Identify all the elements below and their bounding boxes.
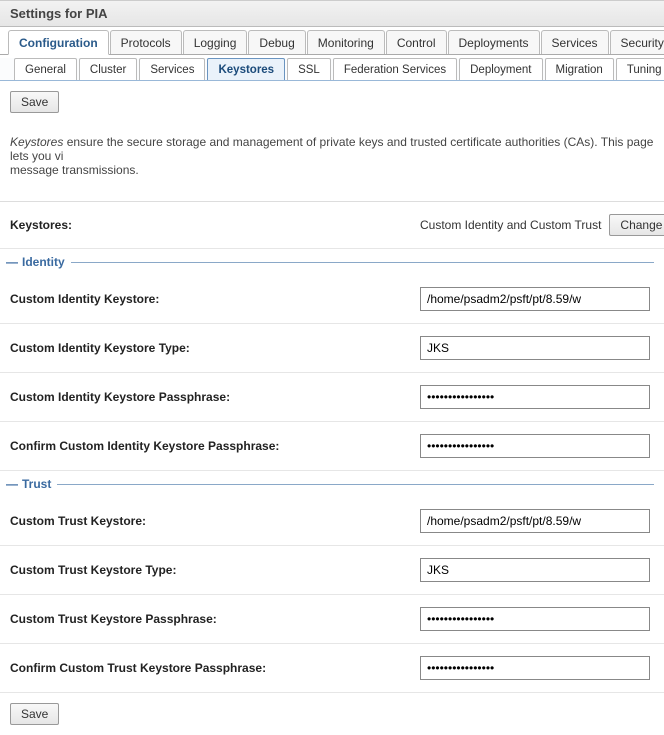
input-trust-keystore[interactable]	[420, 509, 650, 533]
change-button[interactable]: Change	[609, 214, 664, 236]
section-trust-label: Trust	[22, 477, 51, 491]
label-identity-pass: Custom Identity Keystore Passphrase:	[10, 390, 420, 404]
tab-monitoring[interactable]: Monitoring	[307, 30, 385, 54]
divider	[57, 484, 654, 485]
row-identity-pass: Custom Identity Keystore Passphrase:	[0, 373, 664, 422]
input-identity-keystore[interactable]	[420, 287, 650, 311]
section-identity-label: Identity	[22, 255, 65, 269]
tab-configuration[interactable]: Configuration	[8, 30, 109, 55]
tab-debug[interactable]: Debug	[248, 30, 305, 54]
row-identity-keystore-type: Custom Identity Keystore Type:	[0, 324, 664, 373]
label-trust-pass: Custom Trust Keystore Passphrase:	[10, 612, 420, 626]
description-keyword: Keystores	[10, 135, 63, 149]
input-trust-pass-confirm[interactable]	[420, 656, 650, 680]
label-identity-keystore: Custom Identity Keystore:	[10, 292, 420, 306]
subtab-tuning[interactable]: Tuning	[616, 58, 664, 80]
input-identity-pass[interactable]	[420, 385, 650, 409]
divider	[71, 262, 654, 263]
save-button-bottom[interactable]: Save	[10, 703, 59, 725]
section-identity: — Identity	[0, 249, 664, 275]
row-identity-pass-confirm: Confirm Custom Identity Keystore Passphr…	[0, 422, 664, 471]
row-trust-keystore-type: Custom Trust Keystore Type:	[0, 546, 664, 595]
label-trust-keystore: Custom Trust Keystore:	[10, 514, 420, 528]
row-trust-keystore: Custom Trust Keystore:	[0, 497, 664, 546]
tab-protocols[interactable]: Protocols	[110, 30, 182, 54]
description-text-2: message transmissions.	[10, 163, 139, 177]
label-identity-keystore-type: Custom Identity Keystore Type:	[10, 341, 420, 355]
tab-deployments[interactable]: Deployments	[448, 30, 540, 54]
subtab-services[interactable]: Services	[139, 58, 205, 80]
subtab-ssl[interactable]: SSL	[287, 58, 331, 80]
collapse-icon[interactable]: —	[6, 255, 18, 269]
label-trust-pass-confirm: Confirm Custom Trust Keystore Passphrase…	[10, 661, 420, 675]
subtab-deployment[interactable]: Deployment	[459, 58, 542, 80]
section-trust: — Trust	[0, 471, 664, 497]
row-trust-pass: Custom Trust Keystore Passphrase:	[0, 595, 664, 644]
input-trust-pass[interactable]	[420, 607, 650, 631]
description: Keystores ensure the secure storage and …	[0, 123, 664, 202]
description-text: ensure the secure storage and management…	[10, 135, 653, 163]
input-identity-keystore-type[interactable]	[420, 336, 650, 360]
page-title: Settings for PIA	[0, 0, 664, 27]
input-trust-keystore-type[interactable]	[420, 558, 650, 582]
save-button[interactable]: Save	[10, 91, 59, 113]
subtab-general[interactable]: General	[14, 58, 77, 80]
subtab-federation-services[interactable]: Federation Services	[333, 58, 457, 80]
row-keystores: Keystores: Custom Identity and Custom Tr…	[0, 202, 664, 249]
label-keystores: Keystores:	[10, 218, 420, 232]
sub-tabs: General Cluster Services Keystores SSL F…	[0, 58, 664, 81]
tab-control[interactable]: Control	[386, 30, 447, 54]
row-trust-pass-confirm: Confirm Custom Trust Keystore Passphrase…	[0, 644, 664, 693]
label-identity-pass-confirm: Confirm Custom Identity Keystore Passphr…	[10, 439, 420, 453]
tab-services[interactable]: Services	[541, 30, 609, 54]
top-tabs: Configuration Protocols Logging Debug Mo…	[0, 30, 664, 55]
subtab-keystores[interactable]: Keystores	[207, 58, 285, 81]
tab-security[interactable]: Security	[610, 30, 664, 54]
subtab-cluster[interactable]: Cluster	[79, 58, 137, 80]
collapse-icon[interactable]: —	[6, 477, 18, 491]
subtab-migration[interactable]: Migration	[545, 58, 614, 80]
label-trust-keystore-type: Custom Trust Keystore Type:	[10, 563, 420, 577]
input-identity-pass-confirm[interactable]	[420, 434, 650, 458]
row-identity-keystore: Custom Identity Keystore:	[0, 275, 664, 324]
value-keystores: Custom Identity and Custom Trust	[420, 218, 601, 232]
tab-logging[interactable]: Logging	[183, 30, 248, 54]
